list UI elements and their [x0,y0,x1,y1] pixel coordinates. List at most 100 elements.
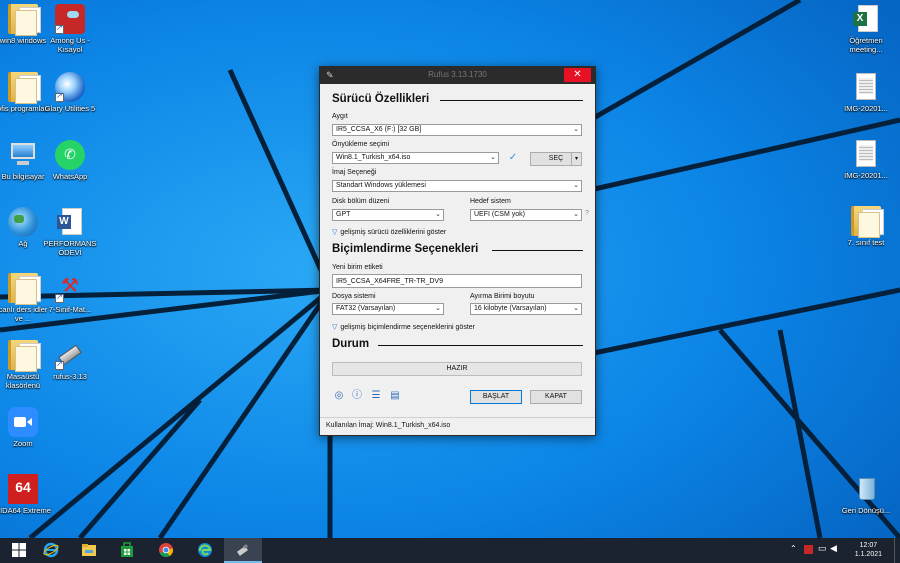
taskbar-chrome[interactable] [147,538,185,563]
desktop-icon-label: 7. sınıf test [847,238,885,247]
taskbar-store[interactable] [108,538,146,563]
taskbar-edge[interactable] [186,538,224,563]
start-button[interactable]: BAŞLAT [470,390,522,404]
section-drive-properties: Sürücü Özellikleri [332,93,583,105]
select-image-button[interactable]: SEÇ ▾ [530,152,582,166]
desktop-icon-7-sinif-test[interactable]: 7. sınıf test [838,206,894,247]
boot-selection-value: Win8.1_Turkish_x64.iso [336,154,411,161]
chevron-down-icon: ⌄ [490,154,496,161]
desktop-icon-ogretmen-meeting[interactable]: X Öğretmen meeting... [838,4,894,54]
section-status: Durum [332,338,583,350]
check-hash-icon[interactable]: ✓ [507,152,519,164]
device-label: Aygıt [332,113,348,120]
glary-utilities-icon [55,72,85,102]
partition-scheme-label: Disk bölüm düzeni [332,198,390,205]
cluster-size-select[interactable]: 16 kilobyte (Varsayılan) ⌄ [470,303,582,315]
word-document-icon: W [55,207,85,237]
log-icon[interactable]: ▤ [389,390,401,402]
settings-sliders-icon[interactable]: ☰ [370,390,382,402]
partition-scheme-value: GPT [336,211,351,218]
desktop-icon-performans-odevi[interactable]: W PERFORMANS ÖDEVİ [42,207,98,257]
desktop-icon-7-sinif-mat[interactable]: ⚒ 7-Sinif-Mat... [42,273,98,314]
desktop-icon-label: WhatsApp [52,172,88,181]
clock[interactable]: 12:07 1.1.2021 [855,541,882,559]
rufus-usb-icon [55,340,85,370]
this-pc-icon [8,140,38,170]
chevron-down-icon: ⌄ [573,126,579,133]
desktop-icon-img-1[interactable]: IMG-20201... [838,72,894,113]
file-system-label: Dosya sistemi [332,293,376,300]
desktop-icon-label: IMG-20201... [844,171,888,180]
toggle-advanced-format[interactable]: ▽ gelişmiş biçimlendirme seçeneklerini gö… [332,323,475,331]
help-icon[interactable]: ? [585,210,589,217]
desktop: win8 windows Among Us - Kısayol ofis pro… [0,0,900,538]
chevron-up-icon[interactable]: ⌃ [790,544,797,553]
globe-language-icon[interactable]: ◎ [333,390,345,402]
progress-text: HAZIR [446,365,468,372]
chevron-down-icon: ▽ [332,229,338,236]
show-desktop-button[interactable] [894,538,898,563]
toggle-advanced-drive[interactable]: ▽ gelişmiş sürücü özelliklerini göster [332,228,446,236]
desktop-icon-among-us[interactable]: Among Us - Kısayol [42,4,98,54]
chevron-down-icon: ▽ [332,324,338,331]
image-option-select[interactable]: Standart Windows yüklemesi ⌄ [332,180,582,192]
chevron-down-icon[interactable]: ▾ [571,153,581,165]
toggle-label: gelişmiş biçimlendirme seçeneklerini gös… [340,324,475,331]
system-tray: ⌃ ▭ ◀ 12:07 1.1.2021 [790,538,900,563]
close-window-button[interactable]: ✕ [564,68,591,82]
desktop-icon-rufus[interactable]: rufus-3.13 [42,340,98,381]
volume-icon[interactable]: ◀ [830,543,837,554]
desktop-icon-label: 7-Sinif-Mat... [48,305,92,314]
device-select[interactable]: IR5_CCSA_X6 (F:) [32 GB] ⌄ [332,124,582,136]
desktop-icon-label: IMG-20201... [844,104,888,113]
folder-icon [8,72,41,104]
taskbar-internet-explorer[interactable] [32,538,70,563]
close-button[interactable]: KAPAT [530,390,582,404]
flag-icon[interactable] [804,545,813,554]
rufus-window: ✎ Rufus 3.13.1730 ✕ Sürücü Özellikleri A… [319,66,596,436]
volume-label-label: Yeni birim etiketi [332,264,383,271]
title-bar[interactable]: ✎ Rufus 3.13.1730 ✕ [320,67,595,84]
desktop-icon-img-2[interactable]: IMG-20201... [838,139,894,180]
folder-icon [8,340,41,372]
desktop-icon-glary-utilities[interactable]: Glary Utilities 5 [42,72,98,113]
image-file-icon [851,139,881,169]
volume-label-input[interactable] [332,274,582,288]
taskbar-rufus[interactable] [224,538,262,563]
section-format-options: Biçimlendirme Seçenekleri [332,243,583,255]
desktop-icon-label: AIDA64 Extreme [0,506,51,515]
chevron-down-icon: ⌄ [435,211,441,218]
folder-icon [851,206,884,238]
image-file-icon [851,72,881,102]
recycle-bin-icon [851,474,881,504]
file-system-select[interactable]: FAT32 (Varsayılan) ⌄ [332,303,444,315]
file-system-value: FAT32 (Varsayılan) [336,305,396,312]
boot-selection-select[interactable]: Win8.1_Turkish_x64.iso ⌄ [332,152,499,164]
chevron-down-icon: ⌄ [435,305,441,312]
desktop-icon-label: Geri Dönüşü... [841,506,891,515]
start-button-label: BAŞLAT [482,393,510,400]
target-system-select[interactable]: UEFI (CSM yok) ⌄ [470,209,582,221]
network-tray-icon[interactable]: ▭ [818,543,827,554]
desktop-icon-label: rufus-3.13 [53,372,87,381]
partition-scheme-select[interactable]: GPT ⌄ [332,209,444,221]
among-us-icon [55,4,85,34]
folder-icon [8,273,41,305]
desktop-icon-label: Öğretmen meeting... [849,36,883,54]
pdf-shortcut-icon: ⚒ [55,273,85,303]
desktop-icon-label: Among Us - Kısayol [50,36,90,54]
desktop-icon-aida64[interactable]: 64 AIDA64 Extreme [0,474,51,515]
store-icon [121,542,133,557]
excel-document-icon: X [851,4,881,34]
info-icon[interactable]: ⓘ [351,390,363,402]
taskbar-file-explorer[interactable] [70,538,108,563]
status-bar-text: Kullanılan İmaj: Win8.1_Turkish_x64.iso [326,422,451,429]
cluster-size-value: 16 kilobyte (Varsayılan) [474,305,547,312]
desktop-icon-recycle-bin[interactable]: Geri Dönüşü... [838,474,894,515]
desktop-icon-whatsapp[interactable]: ✆ WhatsApp [42,140,98,181]
desktop-icon-zoom[interactable]: Zoom [0,407,51,448]
section-divider [440,100,583,101]
target-system-value: UEFI (CSM yok) [474,211,525,218]
chevron-down-icon: ⌄ [573,211,579,218]
section-divider [492,250,583,251]
